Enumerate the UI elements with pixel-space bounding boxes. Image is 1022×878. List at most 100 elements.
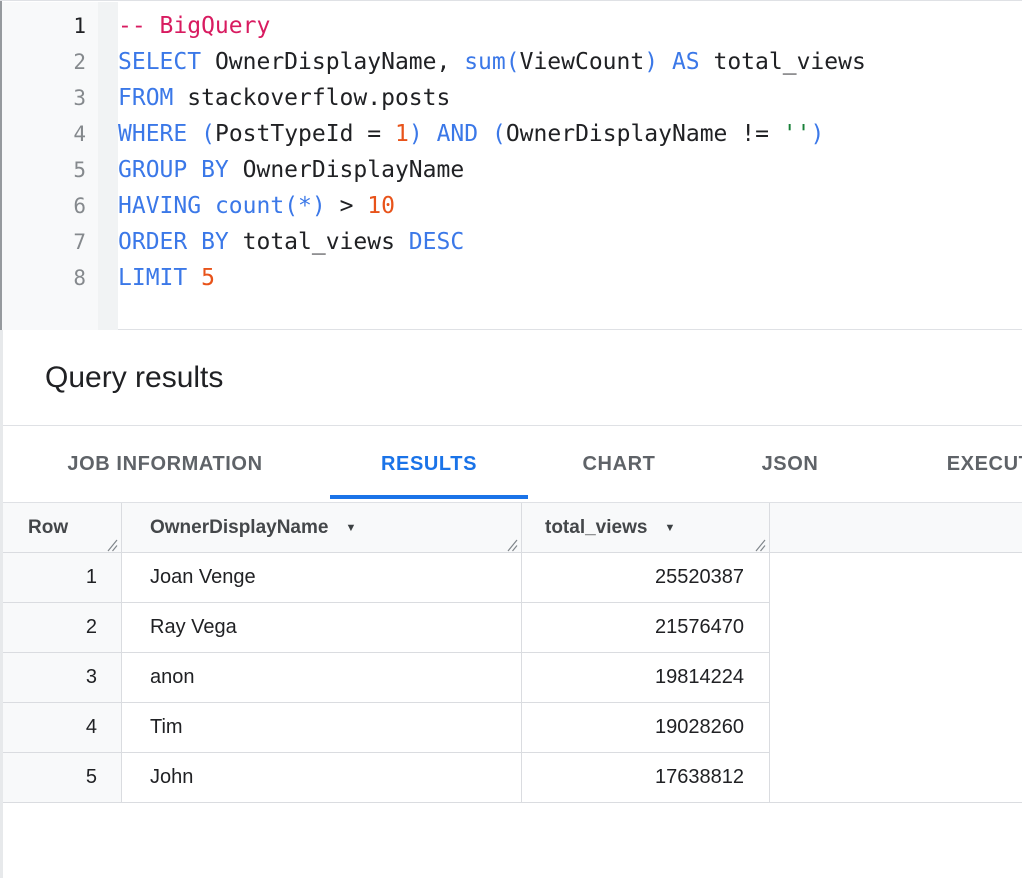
token-keyword: SELECT <box>118 49 201 75</box>
token-keyword: ( <box>201 121 215 147</box>
code-line: 3FROM stackoverflow.posts <box>0 80 1022 116</box>
token-plain: > <box>326 193 368 219</box>
tab-label: EXECUTION DETAILS <box>947 453 1022 476</box>
code-line: 7 ORDER BY total_views DESC <box>0 224 1022 260</box>
token-comment: -- BigQuery <box>118 13 270 39</box>
tab-label: RESULTS <box>381 453 477 476</box>
token-keyword: ) <box>644 49 658 75</box>
column-header-empty <box>770 503 1022 552</box>
token-string: '' <box>783 121 811 147</box>
sql-editor[interactable]: 1-- BigQuery2SELECT OwnerDisplayName, su… <box>0 0 1022 330</box>
column-resize-handle[interactable] <box>105 536 118 549</box>
total-views-cell: 17638812 <box>522 753 770 802</box>
tab-job-information[interactable]: JOB INFORMATION <box>30 426 300 502</box>
token-keyword: DESC <box>409 229 464 255</box>
bigquery-results-panel: 1-- BigQuery2SELECT OwnerDisplayName, su… <box>0 0 1022 878</box>
row-number-cell: 3 <box>0 653 122 702</box>
line-number: 7 <box>0 224 86 260</box>
token-keyword: GROUP BY <box>118 157 229 183</box>
code-text: -- BigQuery <box>118 8 270 44</box>
page-title: Query results <box>45 361 223 395</box>
token-plain: ViewCount <box>520 49 645 75</box>
token-keyword: FROM <box>118 85 173 111</box>
token-keyword: AS <box>672 49 700 75</box>
token-plain: total_views <box>700 49 866 75</box>
tabs-bar: JOB INFORMATION RESULTS CHART JSON EXECU… <box>0 426 1022 503</box>
owner-display-name-cell: John <box>122 753 522 802</box>
total-views-cell: 25520387 <box>522 553 770 602</box>
token-keyword: count(*) <box>215 193 326 219</box>
token-keyword: ORDER BY <box>118 229 229 255</box>
code-text: FROM stackoverflow.posts <box>118 80 450 116</box>
token-number: 1 <box>395 121 409 147</box>
token-plain <box>187 121 201 147</box>
line-number: 5 <box>0 152 86 188</box>
line-number: 2 <box>0 44 86 80</box>
column-sort-dropdown-icon[interactable]: ▼ <box>345 522 356 534</box>
token-plain <box>187 265 201 291</box>
total-views-cell: 19028260 <box>522 703 770 752</box>
row-number-cell: 5 <box>0 753 122 802</box>
table-bottom-border <box>0 802 1022 803</box>
panel-left-border <box>0 330 3 878</box>
row-number-cell: 1 <box>0 553 122 602</box>
owner-display-name-cell: Ray Vega <box>122 603 522 652</box>
code-text: SELECT OwnerDisplayName, sum(ViewCount) … <box>118 44 866 80</box>
token-number: 10 <box>367 193 395 219</box>
tab-execution-details[interactable]: EXECUTION DETAILS <box>880 426 1022 502</box>
code-line: 8LIMIT 5 <box>0 260 1022 296</box>
row-number-cell: 4 <box>0 703 122 752</box>
code-lines: 1-- BigQuery2SELECT OwnerDisplayName, su… <box>0 8 1022 296</box>
tab-label: JSON <box>762 453 819 476</box>
row-number-cell: 2 <box>0 603 122 652</box>
column-resize-handle[interactable] <box>505 536 518 549</box>
token-plain <box>478 121 492 147</box>
table-row: 3anon19814224 <box>0 653 770 703</box>
token-number: 5 <box>201 265 215 291</box>
code-line: 2 SELECT OwnerDisplayName, sum(ViewCount)… <box>0 44 1022 80</box>
line-number: 4 <box>0 116 86 152</box>
token-plain: total_views <box>229 229 409 255</box>
owner-display-name-cell: Tim <box>122 703 522 752</box>
token-plain: PostTypeId = <box>215 121 395 147</box>
tab-chart[interactable]: CHART <box>530 426 708 502</box>
column-header-total-views: total_views ▼ <box>522 503 770 552</box>
token-keyword: WHERE <box>118 121 187 147</box>
code-text: HAVING count(*) > 10 <box>118 188 395 224</box>
token-keyword: AND <box>437 121 479 147</box>
table-header: Row OwnerDisplayName ▼ total_views ▼ <box>0 503 1022 553</box>
column-label: Row <box>28 517 68 539</box>
table-row: 1Joan Venge25520387 <box>0 553 770 603</box>
token-plain <box>201 193 215 219</box>
token-keyword: sum( <box>464 49 519 75</box>
token-keyword: HAVING <box>118 193 201 219</box>
code-text: WHERE (PostTypeId = 1) AND (OwnerDisplay… <box>118 116 824 152</box>
token-plain <box>658 49 672 75</box>
code-line: 4WHERE (PostTypeId = 1) AND (OwnerDispla… <box>0 116 1022 152</box>
token-keyword: ) <box>810 121 824 147</box>
code-text: GROUP BY OwnerDisplayName <box>118 152 464 188</box>
column-header-ownerdisplayname: OwnerDisplayName ▼ <box>122 503 522 552</box>
code-line: 1-- BigQuery <box>0 8 1022 44</box>
token-plain: OwnerDisplayName <box>229 157 464 183</box>
query-results-section: Query results <box>0 330 1022 426</box>
token-keyword: LIMIT <box>118 265 187 291</box>
table-row: 5John17638812 <box>0 753 770 803</box>
tab-label: CHART <box>583 453 656 476</box>
table-row: 4Tim19028260 <box>0 703 770 753</box>
total-views-cell: 21576470 <box>522 603 770 652</box>
total-views-cell: 19814224 <box>522 653 770 702</box>
tab-label: JOB INFORMATION <box>67 453 262 476</box>
code-line: 6HAVING count(*) > 10 <box>0 188 1022 224</box>
column-sort-dropdown-icon[interactable]: ▼ <box>664 522 675 534</box>
column-label: OwnerDisplayName <box>150 517 328 539</box>
column-header-row: Row <box>0 503 122 552</box>
owner-display-name-cell: Joan Venge <box>122 553 522 602</box>
column-resize-handle[interactable] <box>753 536 766 549</box>
tab-results[interactable]: RESULTS <box>330 426 528 502</box>
tab-json[interactable]: JSON <box>700 426 880 502</box>
column-label: total_views <box>545 517 647 539</box>
token-keyword: ( <box>492 121 506 147</box>
code-text: LIMIT 5 <box>118 260 215 296</box>
token-plain: OwnerDisplayName != <box>506 121 783 147</box>
